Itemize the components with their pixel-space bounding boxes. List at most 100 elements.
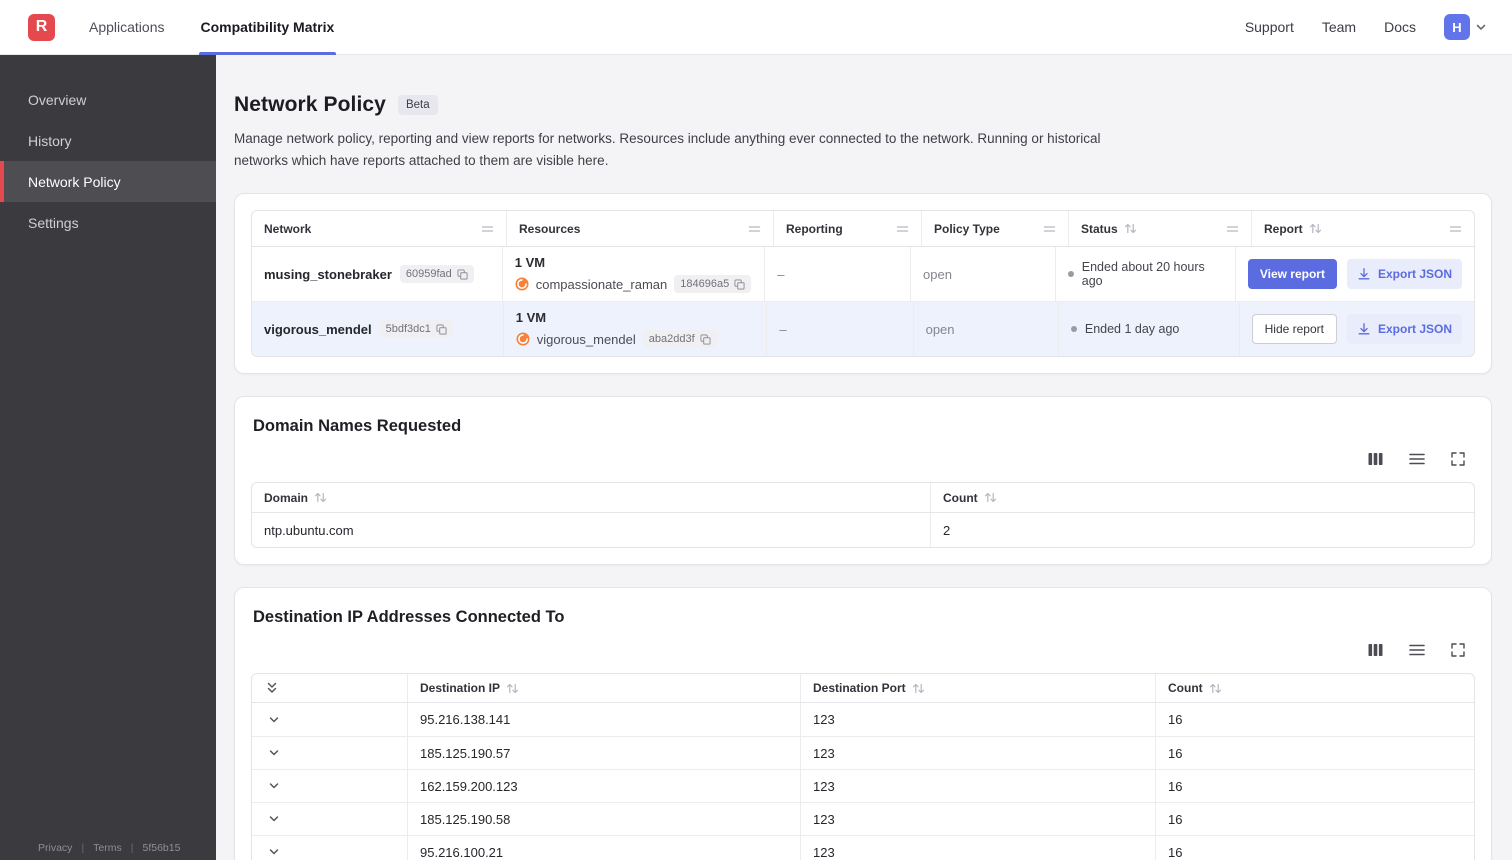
copy-icon[interactable] <box>734 279 745 290</box>
column-header-destination-ip[interactable]: Destination IP <box>407 674 800 703</box>
row-expander[interactable] <box>266 778 282 794</box>
chevron-down-icon[interactable] <box>268 813 280 825</box>
avatar[interactable]: H <box>1444 14 1470 40</box>
export-json-label: Export JSON <box>1378 322 1453 337</box>
column-menu-icon[interactable] <box>896 224 909 234</box>
resource-id-badge[interactable]: aba2dd3f <box>642 330 717 349</box>
resource-icon <box>516 332 530 346</box>
column-header-expand-all[interactable] <box>252 674 407 702</box>
privacy-link[interactable]: Privacy <box>38 842 72 854</box>
count-cell: 16 <box>1155 770 1474 803</box>
nav-applications[interactable]: Applications <box>89 0 165 55</box>
chevron-down-icon[interactable] <box>268 747 280 759</box>
column-menu-icon[interactable] <box>481 224 494 234</box>
column-menu-icon[interactable] <box>1226 224 1239 234</box>
table-row: 185.125.190.58 123 16 <box>252 802 1474 836</box>
column-header-report[interactable]: Report <box>1251 211 1474 247</box>
resource-id-badge[interactable]: 184696a5 <box>674 275 752 294</box>
nav-compatibility-matrix[interactable]: Compatibility Matrix <box>198 0 337 55</box>
fullscreen-icon[interactable] <box>1451 452 1465 466</box>
expand-all-icon[interactable] <box>266 681 278 695</box>
column-menu-icon[interactable] <box>748 224 761 234</box>
column-menu-icon[interactable] <box>1043 224 1056 234</box>
sidebar-item-overview[interactable]: Overview <box>0 79 216 120</box>
column-header-count[interactable]: Count <box>1155 674 1474 703</box>
status-dot <box>1070 326 1077 333</box>
row-expander[interactable] <box>266 811 282 827</box>
sort-icon[interactable] <box>1209 683 1222 694</box>
chevron-down-icon[interactable] <box>1474 20 1488 34</box>
sort-icon[interactable] <box>984 492 997 503</box>
network-id-badge[interactable]: 60959fad <box>399 265 474 284</box>
footer-divider: | <box>130 842 134 854</box>
row-expander[interactable] <box>266 745 282 761</box>
column-menu-icon[interactable] <box>1449 224 1462 234</box>
column-header-policy-type[interactable]: Policy Type <box>921 211 1068 247</box>
column-header-reporting[interactable]: Reporting <box>773 211 921 247</box>
rows-icon[interactable] <box>1409 644 1425 656</box>
export-json-button[interactable]: Export JSON <box>1346 259 1462 290</box>
resource-name: compassionate_raman <box>535 276 668 292</box>
app-logo[interactable]: R <box>28 13 55 41</box>
resource-icon <box>515 277 529 291</box>
fullscreen-icon[interactable] <box>1451 643 1465 657</box>
copy-icon[interactable] <box>700 334 711 345</box>
column-header-network[interactable]: Network <box>252 211 506 246</box>
table-row: 185.125.190.57 123 16 <box>252 736 1474 770</box>
column-header-destination-port[interactable]: Destination Port <box>800 674 1155 703</box>
sidebar-footer: Privacy | Terms | 5f56b15 <box>38 842 180 854</box>
destination-port-cell: 123 <box>800 737 1155 770</box>
nav-docs[interactable]: Docs <box>1384 19 1416 35</box>
column-label: Policy Type <box>934 221 1000 236</box>
column-label: Network <box>264 221 312 236</box>
copy-icon[interactable] <box>436 324 447 335</box>
column-header-resources[interactable]: Resources <box>506 211 773 247</box>
reporting-cell: – <box>764 247 910 302</box>
sidebar-items: Overview History Network Policy Settings <box>0 55 216 243</box>
table-toolbar <box>251 448 1475 482</box>
table-row: musing_stonebraker 60959fad 1 VM compass… <box>252 247 1474 302</box>
topbar-right: Support Team Docs H <box>1245 14 1488 40</box>
chevron-down-icon[interactable] <box>268 846 280 858</box>
download-icon <box>1358 323 1370 335</box>
expand-cell <box>252 703 407 736</box>
column-header-status[interactable]: Status <box>1068 211 1251 247</box>
columns-icon[interactable] <box>1368 643 1383 657</box>
terms-link[interactable]: Terms <box>93 842 122 854</box>
columns-icon[interactable] <box>1368 452 1383 466</box>
export-json-button[interactable]: Export JSON <box>1347 314 1463 345</box>
sidebar-item-history[interactable]: History <box>0 120 216 161</box>
row-expander[interactable] <box>266 712 282 728</box>
nav-team[interactable]: Team <box>1322 19 1356 35</box>
hide-report-button[interactable]: Hide report <box>1251 314 1337 345</box>
column-label: Destination IP <box>420 681 501 696</box>
count-cell: 16 <box>1155 803 1474 836</box>
resource-name: vigorous_mendel <box>536 331 636 347</box>
network-id: 60959fad <box>405 268 452 281</box>
domain-cell: ntp.ubuntu.com <box>264 522 354 538</box>
resource-id: 184696a5 <box>680 278 730 291</box>
chevron-down-icon[interactable] <box>268 714 280 726</box>
sort-icon[interactable] <box>1309 223 1322 234</box>
copy-icon[interactable] <box>457 269 468 280</box>
row-expander[interactable] <box>266 844 282 860</box>
destination-ip-cell: 95.216.138.141 <box>407 703 800 737</box>
column-label: Domain <box>264 490 309 505</box>
sort-icon[interactable] <box>314 492 327 503</box>
sort-icon[interactable] <box>1124 223 1137 234</box>
view-report-button[interactable]: View report <box>1247 259 1337 290</box>
nav-support[interactable]: Support <box>1245 19 1294 35</box>
destinations-table-header: Destination IP Destination Port Count <box>252 674 1474 704</box>
chevron-down-icon[interactable] <box>268 780 280 792</box>
destination-port-cell: 123 <box>800 803 1155 836</box>
column-header-domain[interactable]: Domain <box>252 483 930 512</box>
sort-icon[interactable] <box>912 683 925 694</box>
sidebar-item-settings[interactable]: Settings <box>0 202 216 243</box>
account-menu[interactable]: H <box>1444 14 1488 40</box>
rows-icon[interactable] <box>1409 453 1425 465</box>
sort-icon[interactable] <box>506 683 519 694</box>
network-id-badge[interactable]: 5bdf3dc1 <box>379 320 453 339</box>
column-header-count[interactable]: Count <box>930 483 1474 513</box>
sidebar-item-network-policy[interactable]: Network Policy <box>0 161 216 202</box>
vm-count: 1 VM <box>514 255 546 271</box>
